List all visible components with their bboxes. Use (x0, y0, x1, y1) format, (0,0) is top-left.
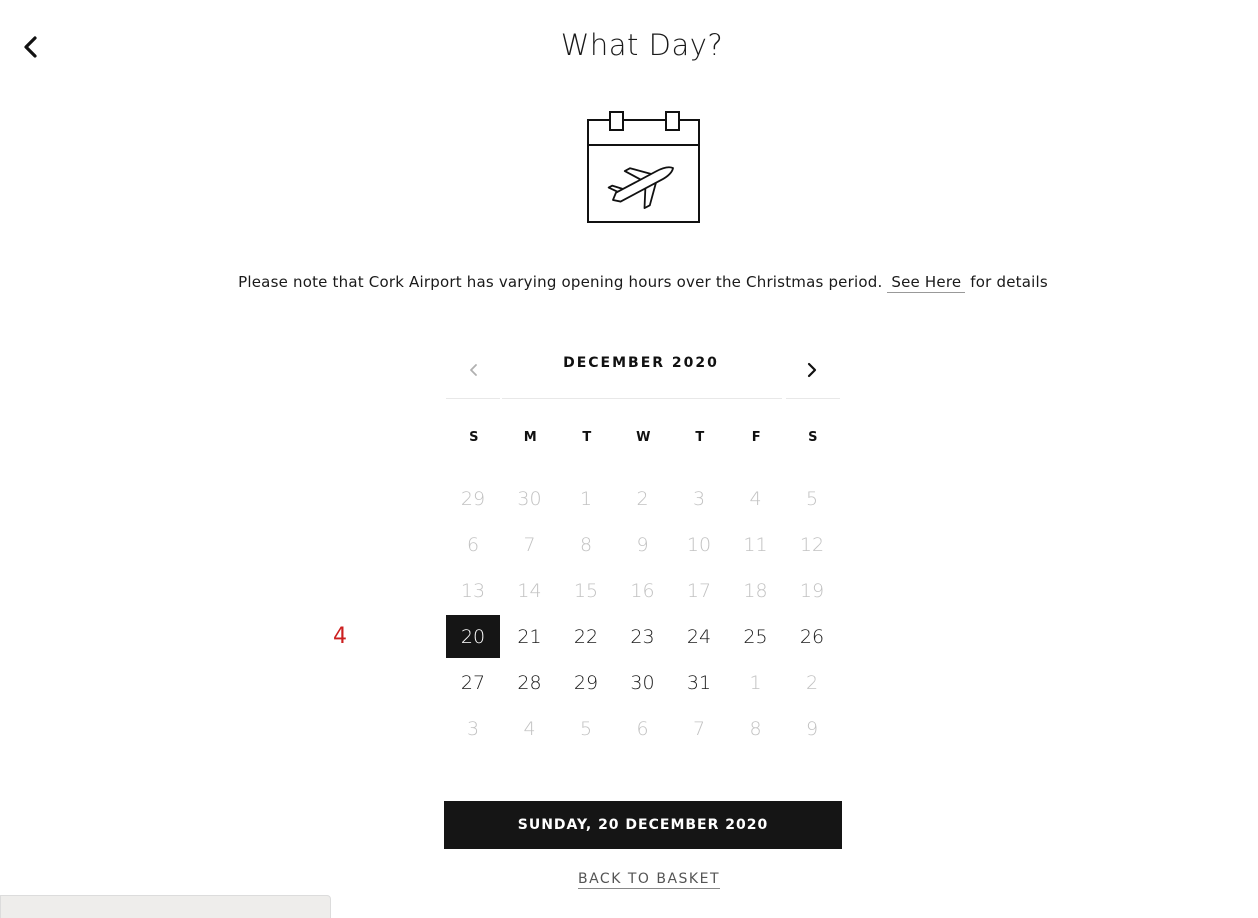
calendar-day[interactable]: 26 (785, 615, 839, 658)
chevron-right-icon (807, 362, 817, 378)
confirm-date-button[interactable]: SUNDAY, 20 DECEMBER 2020 (444, 801, 842, 849)
calendar-grid: 29 30 1 2 3 4 5 6 7 8 9 10 11 12 13 14 15 16 17 18 19 20 21 22 2… (446, 477, 842, 753)
calendar-day: 5 (579, 717, 593, 740)
opening-hours-notice: Please note that Cork Airport has varyin… (0, 273, 1258, 293)
calendar-week-row: 6 7 8 9 10 11 12 (446, 523, 842, 569)
calendar-week-row: 20 21 22 23 24 25 26 (446, 615, 842, 661)
calendar-day: 17 (686, 579, 712, 602)
calendar-day: 18 (743, 579, 768, 602)
calendar-day: 3 (466, 717, 480, 740)
weekday-label: S (469, 430, 480, 445)
calendar-day: 7 (692, 717, 706, 740)
back-to-basket-row: BACK TO BASKET (0, 871, 1258, 889)
calendar-day[interactable]: 23 (616, 615, 670, 658)
header-divider (446, 398, 500, 399)
calendar-day[interactable]: 21 (503, 615, 557, 658)
calendar-day[interactable]: 31 (672, 661, 726, 704)
weekday-label: S (808, 430, 819, 445)
back-to-basket-link[interactable]: BACK TO BASKET (577, 871, 720, 889)
calendar-week-row: 3 4 5 6 7 8 9 (446, 707, 842, 753)
calendar-day[interactable]: 22 (559, 615, 613, 658)
calendar-day: 10 (686, 533, 712, 556)
see-here-link[interactable]: See Here (887, 273, 966, 293)
header-divider (786, 398, 840, 399)
calendar-day: 2 (636, 487, 649, 510)
prev-month-button[interactable] (446, 355, 500, 385)
calendar-week-row: 13 14 15 16 17 18 19 (446, 569, 842, 615)
calendar-day: 2 (805, 671, 819, 694)
calendar-day: 14 (517, 579, 542, 602)
calendar-header: DECEMBER 2020 (446, 345, 840, 399)
calendar-day: 4 (523, 717, 536, 740)
chevron-left-icon (470, 364, 477, 376)
weekday-label: W (636, 430, 652, 445)
calendar-day: 30 (517, 487, 542, 510)
calendar-day[interactable]: 27 (446, 661, 500, 704)
calendar-day: 8 (749, 717, 762, 740)
calendar-day: 16 (630, 579, 655, 602)
calendar-day: 3 (692, 487, 706, 510)
calendar-day: 11 (743, 533, 768, 556)
calendar-day: 1 (579, 487, 593, 510)
page-title: What Day? (560, 28, 724, 62)
calendar-day-selected[interactable]: 20 (446, 615, 500, 658)
calendar-week-row: 27 28 29 30 31 1 2 (446, 661, 842, 707)
bottom-panel (0, 895, 331, 918)
notice-text-after: for details (970, 273, 1048, 291)
weekday-label: T (695, 430, 706, 445)
calendar-week-row: 29 30 1 2 3 4 5 (446, 477, 842, 523)
calendar-day: 12 (799, 533, 825, 556)
date-picker-page: What Day? Please note that Cork Airport … (0, 0, 1258, 918)
annotation-marker: 4 (333, 624, 347, 649)
calendar-day: 4 (749, 487, 762, 510)
calendar-day: 29 (460, 487, 486, 510)
calendar-day: 9 (805, 717, 819, 740)
calendar-day: 6 (636, 717, 649, 740)
calendar-day[interactable]: 30 (616, 661, 670, 704)
calendar-day[interactable]: 29 (559, 661, 613, 704)
calendar-day: 5 (805, 487, 819, 510)
weekday-header-row: SMTWTFS (446, 430, 842, 445)
weekday-label: F (751, 430, 762, 445)
month-label: DECEMBER 2020 (563, 355, 719, 371)
calendar-day[interactable]: 24 (672, 615, 726, 658)
weekday-label: M (523, 430, 538, 445)
calendar-day: 15 (573, 579, 599, 602)
calendar-day: 7 (523, 533, 536, 556)
calendar-day[interactable]: 28 (503, 661, 557, 704)
notice-text: Please note that Cork Airport has varyin… (238, 273, 883, 291)
calendar-day: 13 (460, 579, 486, 602)
calendar-day[interactable]: 25 (729, 615, 783, 658)
calendar-day: 6 (466, 533, 480, 556)
calendar-airplane-icon (585, 110, 703, 226)
calendar-day: 1 (749, 671, 762, 694)
header-divider (502, 398, 782, 399)
weekday-label: T (582, 430, 593, 445)
calendar-day: 9 (636, 533, 649, 556)
calendar-day: 19 (799, 579, 825, 602)
next-month-button[interactable] (786, 355, 840, 385)
calendar-day: 8 (579, 533, 593, 556)
